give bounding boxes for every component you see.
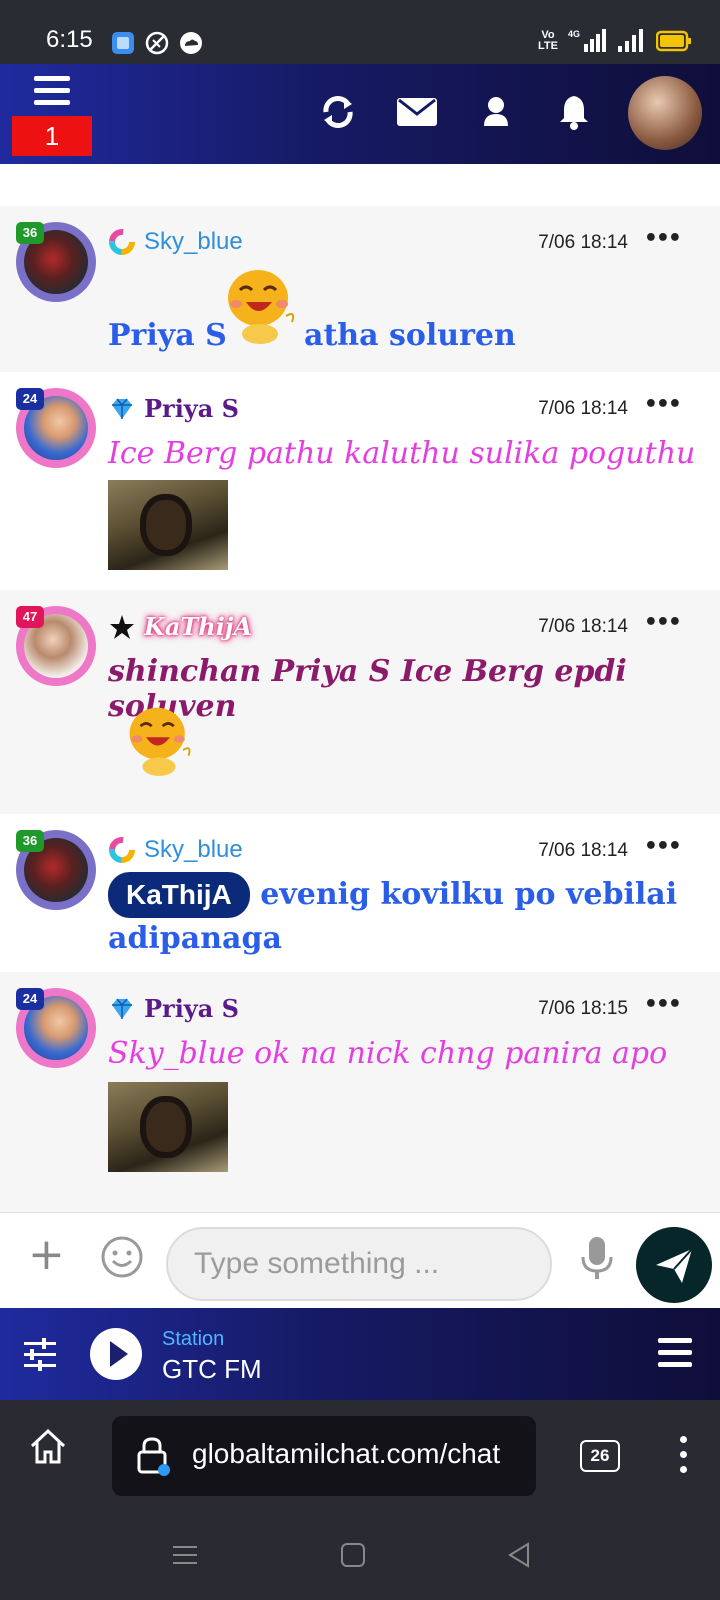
app-notification-icon: [112, 32, 134, 54]
send-button[interactable]: [636, 1227, 712, 1303]
play-button[interactable]: [90, 1328, 142, 1380]
message-time: 7/06 18:14: [538, 616, 628, 637]
blocked-icon: [145, 31, 169, 55]
message-time: 7/06 18:15: [538, 998, 628, 1019]
volte-indicator: Vo LTE: [538, 29, 558, 52]
more-options-icon[interactable]: •••: [644, 834, 682, 859]
username[interactable]: Sky_blue: [144, 836, 243, 864]
equalizer-settings-icon[interactable]: [22, 1336, 58, 1372]
profile-avatar[interactable]: [628, 76, 702, 150]
message-partial: [0, 164, 720, 206]
message-text: atha soluren: [304, 318, 516, 353]
chat-message: 36 Sky_blue 7/06 18:14 ••• KaThijA eveni…: [0, 814, 720, 972]
address-bar[interactable]: globaltamilchat.com/chat: [112, 1416, 536, 1496]
radio-menu-button[interactable]: [658, 1338, 692, 1368]
message-text: Priya S: [108, 318, 227, 353]
add-attachment-button[interactable]: +: [28, 1233, 65, 1277]
chat-message: 36 Sky_blue 7/06 18:14 ••• Priya S atha …: [0, 206, 720, 372]
rank-ring-icon: [109, 229, 135, 255]
chat-message: 47 KaThijA 7/06 18:14 ••• shinchan Priya…: [0, 590, 720, 814]
rank-ring-icon: [109, 837, 135, 863]
message-composer: + Type something ...: [0, 1212, 720, 1308]
station-name: GTC FM: [162, 1354, 262, 1384]
notification-count-badge[interactable]: 1: [12, 116, 92, 156]
more-options-icon[interactable]: •••: [644, 226, 682, 251]
message-time: 7/06 18:14: [538, 232, 628, 253]
message-header: Sky_blue: [108, 228, 243, 256]
level-badge: 47: [16, 606, 44, 628]
cloud-icon: [180, 32, 202, 54]
status-bar: 6:15 Vo LTE 4G: [0, 0, 720, 64]
microphone-icon[interactable]: [580, 1235, 614, 1283]
username[interactable]: Sky_blue: [144, 228, 243, 256]
mail-icon[interactable]: [396, 92, 438, 132]
status-time: 6:15: [46, 26, 93, 53]
username[interactable]: Priya S: [144, 994, 239, 1023]
message-header: Priya S: [108, 994, 239, 1023]
tab-count-button[interactable]: 26: [580, 1440, 620, 1472]
chat-message: 24 Priya S 7/06 18:15 ••• Sky_blue ok na…: [0, 972, 720, 1212]
level-badge: 36: [16, 830, 44, 852]
message-header: KaThijA: [108, 612, 252, 641]
mention-chip[interactable]: KaThijA: [108, 872, 250, 918]
svg-text:4G: 4G: [568, 29, 580, 39]
lock-icon[interactable]: [136, 1436, 170, 1476]
bell-icon[interactable]: [554, 92, 594, 132]
sticker-image: [136, 164, 186, 172]
home-icon[interactable]: [28, 1426, 68, 1466]
image-thumbnail[interactable]: [108, 1082, 228, 1172]
sticker-image: [228, 270, 295, 344]
radio-player: Station GTC FM: [0, 1308, 720, 1400]
back-icon[interactable]: [506, 1542, 532, 1568]
more-options-icon[interactable]: •••: [644, 610, 682, 635]
sticker-image: [129, 707, 191, 776]
message-input[interactable]: Type something ...: [166, 1227, 552, 1301]
level-badge: 24: [16, 388, 44, 410]
message-text: shinchan Priya S Ice Berg epdi soluven: [108, 654, 627, 724]
user-icon[interactable]: [476, 92, 516, 132]
image-thumbnail[interactable]: [108, 480, 228, 570]
browser-menu-icon[interactable]: [680, 1436, 690, 1476]
star-icon: [110, 614, 134, 639]
level-badge: 36: [16, 222, 44, 244]
more-options-icon[interactable]: •••: [644, 992, 682, 1017]
username[interactable]: KaThijA: [144, 612, 252, 641]
message-text: KaThijA evenig kovilku po vebilai adipan…: [108, 872, 677, 960]
app-root: 6:15 Vo LTE 4G 1 36 Sky_blue 7/06 18:14 …: [0, 0, 720, 1600]
signal-icon: [618, 29, 643, 52]
system-nav-bar: [0, 1508, 720, 1600]
message-text: Ice Berg pathu kaluthu sulika poguthu: [108, 436, 696, 471]
username[interactable]: Priya S: [144, 394, 239, 423]
message-time: 7/06 18:14: [538, 840, 628, 861]
level-badge: 24: [16, 988, 44, 1010]
menu-button[interactable]: [34, 76, 70, 106]
signal-4g-icon: 4G: [568, 29, 606, 52]
message-header: Priya S: [108, 394, 239, 423]
url-text: globaltamilchat.com/chat: [192, 1438, 501, 1469]
diamond-icon: [112, 398, 132, 419]
message-time: 7/06 18:14: [538, 398, 628, 419]
top-nav: 1: [0, 64, 720, 164]
recent-apps-icon[interactable]: [172, 1542, 198, 1568]
message-header: Sky_blue: [108, 836, 243, 864]
chat-message: 24 Priya S 7/06 18:14 ••• Ice Berg pathu…: [0, 372, 720, 590]
station-label: Station: [162, 1328, 225, 1350]
emoji-icon[interactable]: [100, 1235, 144, 1279]
more-options-icon[interactable]: •••: [644, 392, 682, 417]
send-icon: [656, 1248, 693, 1283]
message-text: Sky_blue ok na nick chng panira apo: [108, 1036, 668, 1071]
status-right: Vo LTE 4G: [538, 28, 692, 54]
refresh-icon[interactable]: [318, 92, 358, 132]
chat-list: 36 Sky_blue 7/06 18:14 ••• Priya S atha …: [0, 164, 720, 1212]
diamond-icon: [112, 998, 132, 1019]
home-nav-icon[interactable]: [340, 1542, 366, 1568]
browser-bar: globaltamilchat.com/chat 26: [0, 1400, 720, 1600]
battery-icon: [656, 30, 691, 52]
